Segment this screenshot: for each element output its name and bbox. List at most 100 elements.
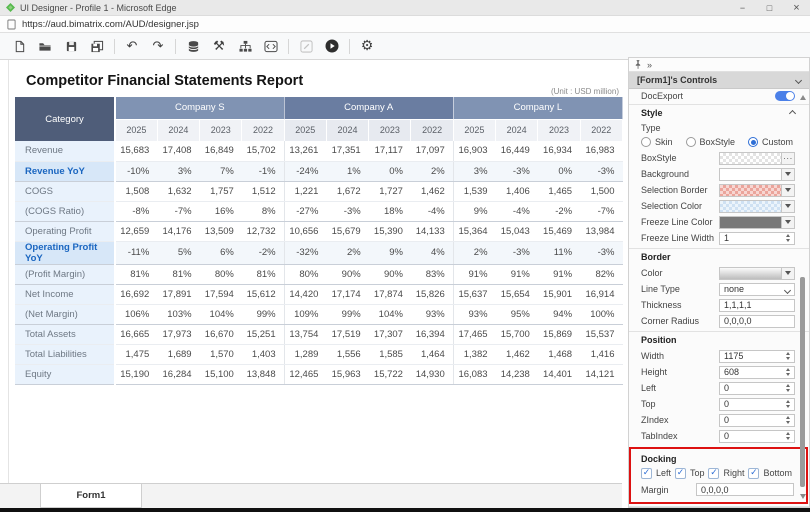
freeze-line-color-swatch[interactable]: [719, 216, 795, 229]
address-bar[interactable]: https://aud.bimatrix.com/AUD/designer.js…: [0, 16, 810, 33]
checkbox-right[interactable]: ✓Right: [708, 468, 744, 479]
spinner-down[interactable]: [786, 373, 790, 376]
company-header: Company L: [453, 97, 622, 119]
table-cell: 11%: [538, 241, 580, 264]
spinner-down[interactable]: [786, 405, 790, 408]
spinner-up[interactable]: [786, 432, 790, 435]
boxstyle-swatch[interactable]: ···: [719, 152, 795, 165]
left-input[interactable]: 0: [719, 382, 795, 395]
field-label: Freeze Line Width: [641, 233, 714, 243]
border-color-swatch[interactable]: [719, 267, 795, 280]
top-input[interactable]: 0: [719, 398, 795, 411]
spinner-down[interactable]: [786, 421, 790, 424]
row-label: Operating Profit YoY: [15, 241, 115, 264]
checkbox-bottom[interactable]: ✓Bottom: [748, 468, 792, 479]
table-cell: 16,083: [453, 364, 495, 384]
ellipsis-button[interactable]: ···: [781, 153, 794, 164]
undo-icon[interactable]: ↶: [119, 36, 145, 57]
table-cell: 106%: [115, 304, 157, 324]
thickness-input[interactable]: 1,1,1,1: [719, 299, 795, 312]
year-header: 2025: [284, 119, 326, 141]
tab-form1[interactable]: Form1: [40, 483, 142, 508]
field-label: ZIndex: [641, 415, 669, 425]
zindex-input[interactable]: 0: [719, 414, 795, 427]
maximize-icon[interactable]: □: [756, 0, 783, 15]
report-table-control[interactable]: CategoryCompany SCompany ACompany L20252…: [15, 97, 623, 385]
database-icon[interactable]: [180, 36, 206, 57]
designer-canvas[interactable]: Competitor Financial Statements Report (…: [8, 60, 622, 483]
minimize-icon[interactable]: −: [729, 0, 756, 15]
radio-skin[interactable]: Skin: [641, 137, 673, 147]
tools-icon[interactable]: ⚒: [206, 36, 232, 57]
position-field-left: Left 0: [629, 380, 809, 396]
spinner-down[interactable]: [786, 437, 790, 440]
type-label: Type: [629, 121, 809, 134]
toolbar-separator: [114, 39, 115, 54]
redo-icon[interactable]: ↷: [145, 36, 171, 57]
spinner-down[interactable]: [786, 389, 790, 392]
spinner-down[interactable]: [786, 357, 790, 360]
settings-icon[interactable]: ⚙: [354, 36, 380, 57]
red-checker-swatch: [720, 185, 781, 196]
margin-input[interactable]: 0,0,0,0: [696, 483, 794, 496]
dropdown-icon[interactable]: [781, 201, 794, 212]
open-folder-icon[interactable]: [32, 36, 58, 57]
scroll-up-icon[interactable]: [800, 95, 806, 100]
panel-scrollbar[interactable]: [798, 91, 808, 501]
position-section-header[interactable]: Position: [629, 331, 809, 348]
save-icon[interactable]: [58, 36, 84, 57]
spinner-down[interactable]: [786, 239, 790, 242]
radio-boxstyle[interactable]: BoxStyle: [686, 137, 736, 147]
line-type-select[interactable]: none: [719, 283, 795, 296]
checkbox-top[interactable]: ✓Top: [675, 468, 705, 479]
dropdown-icon[interactable]: [781, 217, 794, 228]
scroll-down-icon[interactable]: [800, 494, 806, 499]
tabindex-input[interactable]: 0: [719, 430, 795, 443]
collapse-icon[interactable]: »: [647, 60, 652, 70]
field-value: 0: [724, 415, 729, 425]
style-section-header[interactable]: Style: [629, 104, 809, 121]
dropdown-icon[interactable]: [781, 185, 794, 196]
table-cell: 1%: [326, 161, 368, 181]
dockexport-toggle[interactable]: [775, 91, 795, 101]
edit-icon[interactable]: [293, 36, 319, 57]
scrollbar-thumb[interactable]: [800, 277, 805, 487]
table-cell: 15,963: [326, 364, 368, 384]
table-cell: -7%: [580, 201, 622, 221]
checkbox-left[interactable]: ✓Left: [641, 468, 671, 479]
table-cell: 12,465: [284, 364, 326, 384]
spinner-up[interactable]: [786, 368, 790, 371]
table-cell: 1,475: [115, 344, 157, 364]
field-label: Left: [641, 383, 656, 393]
dropdown-icon[interactable]: [781, 169, 794, 180]
freeze-line-width-input[interactable]: 1: [719, 232, 795, 245]
hierarchy-icon[interactable]: [232, 36, 258, 57]
table-cell: -7%: [157, 201, 199, 221]
border-section-header[interactable]: Border: [629, 248, 809, 265]
selection-border-swatch[interactable]: [719, 184, 795, 197]
corner-radius-input[interactable]: 0,0,0,0: [719, 315, 795, 328]
company-header: Company S: [115, 97, 284, 119]
dropdown-icon[interactable]: [781, 268, 794, 279]
spinner-up[interactable]: [786, 352, 790, 355]
save-all-icon[interactable]: [84, 36, 110, 57]
radio-custom[interactable]: Custom: [748, 137, 793, 147]
spinner-up[interactable]: [786, 234, 790, 237]
spinner-up[interactable]: [786, 384, 790, 387]
background-swatch[interactable]: [719, 168, 795, 181]
panel-header[interactable]: [Form1]'s Controls: [629, 72, 809, 89]
height-input[interactable]: 608: [719, 366, 795, 379]
code-view-icon[interactable]: [258, 36, 284, 57]
field-label: Line Type: [641, 284, 680, 294]
run-icon[interactable]: [319, 36, 345, 57]
close-icon[interactable]: ×: [783, 0, 810, 15]
table-cell: 16,914: [580, 284, 622, 304]
spinner-up[interactable]: [786, 400, 790, 403]
table-row: Total Assets16,66517,97316,67015,25113,7…: [15, 324, 623, 344]
selection-color-swatch[interactable]: [719, 200, 795, 213]
table-cell: 1,689: [157, 344, 199, 364]
new-document-icon[interactable]: [6, 36, 32, 57]
spinner-up[interactable]: [786, 416, 790, 419]
pin-icon[interactable]: [634, 60, 642, 70]
width-input[interactable]: 1175: [719, 350, 795, 363]
